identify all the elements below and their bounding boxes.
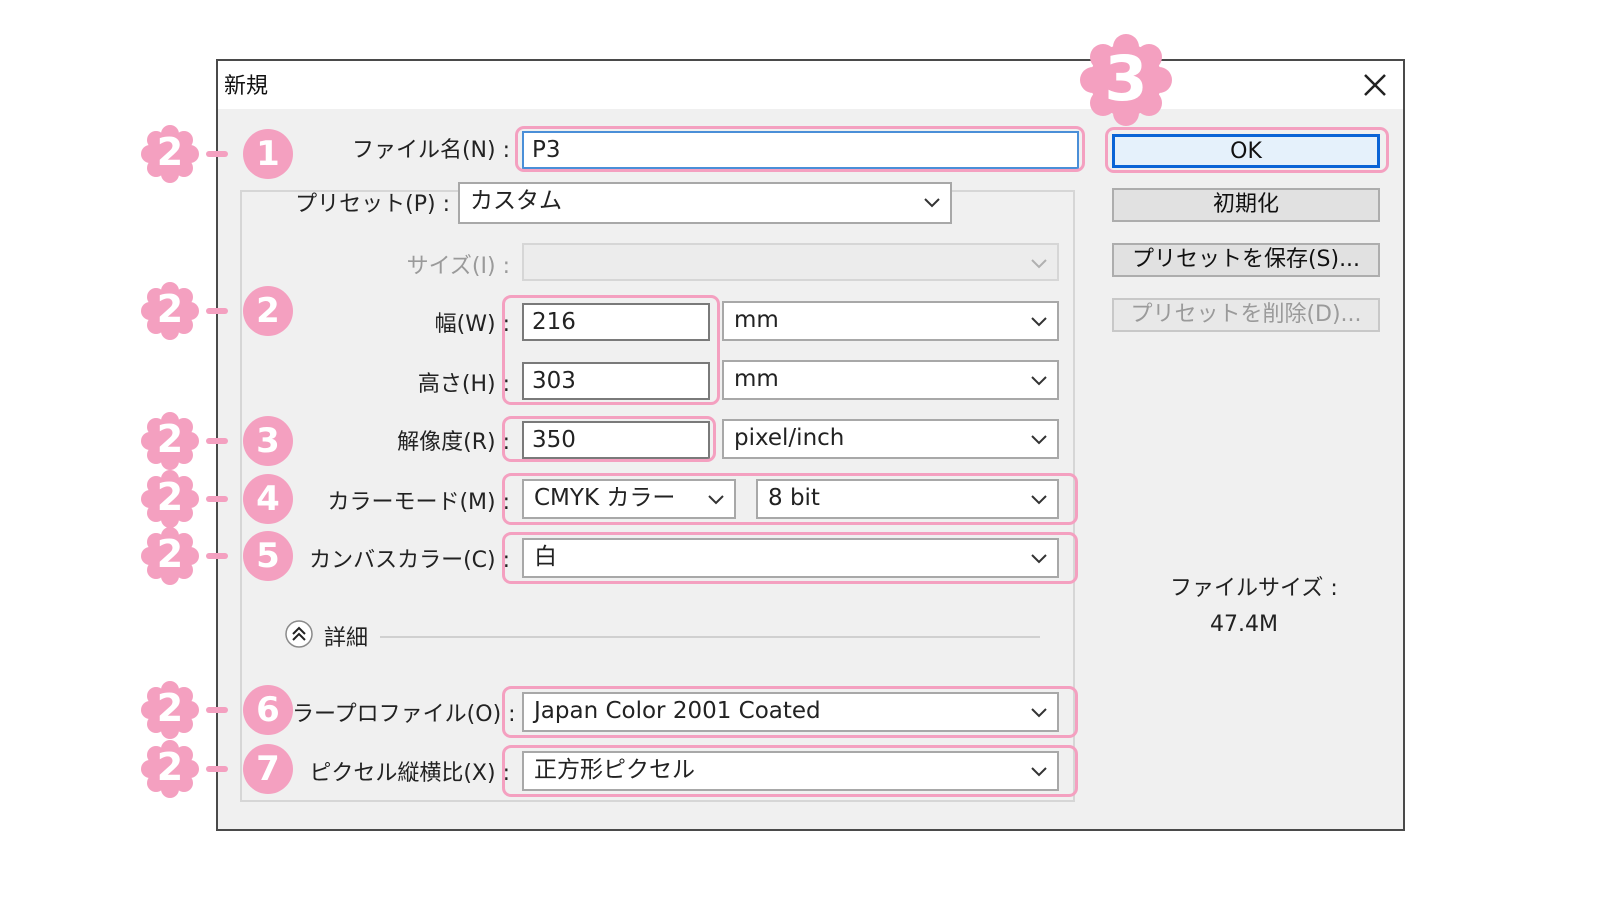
color-mode-label: カラーモード(M) :: [327, 490, 510, 515]
annotation-dash: [206, 151, 228, 157]
resolution-unit-value: pixel/inch: [734, 425, 845, 451]
height-unit-value: mm: [734, 366, 779, 392]
color-profile-label: カラープロファイル(O) :: [270, 702, 516, 727]
size-label: サイズ(I) :: [406, 254, 510, 279]
step-2-number: 2: [156, 532, 184, 576]
annotation-dash: [206, 438, 228, 444]
width-label: 幅(W) :: [434, 312, 510, 337]
filesize-label: ファイルサイズ :: [1170, 576, 1338, 601]
sub-step-2-badge: 2: [243, 286, 293, 336]
resolution-label: 解像度(R) :: [397, 430, 510, 455]
annotation-dash: [206, 766, 228, 772]
step-2-number: 2: [156, 130, 184, 174]
width-unit-select[interactable]: mm: [722, 301, 1059, 341]
collapse-details-icon[interactable]: [284, 619, 314, 649]
step-2-number: 2: [156, 417, 184, 461]
preset-value: カスタム: [470, 188, 562, 214]
save-preset-button[interactable]: プリセットを保存(S)...: [1112, 243, 1380, 277]
delete-preset-button: プリセットを削除(D)...: [1112, 298, 1380, 332]
height-unit-select[interactable]: mm: [722, 360, 1059, 400]
filesize-value: 47.4M: [1210, 612, 1278, 637]
step-badge-ok-number: 3: [1104, 42, 1148, 115]
annotation-dash: [206, 496, 228, 502]
width-unit-value: mm: [734, 307, 779, 333]
chevron-down-icon: [1029, 311, 1049, 331]
color-mode-highlight: [502, 473, 1078, 525]
filename-label: ファイル名(N) :: [351, 138, 510, 163]
sub-step-4-badge: 4: [243, 474, 293, 524]
size-fields-highlight: [502, 295, 720, 405]
close-icon[interactable]: [1358, 68, 1392, 102]
preset-select[interactable]: カスタム: [458, 182, 952, 224]
step-2-number: 2: [156, 686, 184, 730]
pixel-aspect-label: ピクセル縦横比(X) :: [309, 761, 510, 786]
details-label: 詳細: [324, 626, 369, 651]
resolution-unit-select[interactable]: pixel/inch: [722, 419, 1059, 459]
resolution-highlight: [502, 416, 716, 462]
size-select: [522, 243, 1059, 281]
ok-highlight: [1105, 127, 1389, 173]
chevron-down-icon: [922, 192, 942, 212]
reset-button[interactable]: 初期化: [1112, 188, 1380, 222]
sub-step-6-badge: 6: [243, 685, 293, 735]
details-divider: [380, 636, 1040, 638]
title-bar: [218, 61, 1403, 109]
color-profile-highlight: [502, 686, 1078, 738]
chevron-down-icon: [1029, 253, 1049, 273]
filename-highlight: [515, 126, 1085, 172]
sub-step-7-badge: 7: [243, 744, 293, 794]
dialog-title: 新規: [224, 74, 269, 99]
canvas-color-highlight: [502, 532, 1078, 584]
annotation-dash: [206, 553, 228, 559]
chevron-down-icon: [1029, 429, 1049, 449]
pixel-aspect-highlight: [502, 745, 1078, 797]
annotation-dash: [206, 707, 228, 713]
sub-step-5-badge: 5: [243, 531, 293, 581]
step-2-number: 2: [156, 475, 184, 519]
annotation-dash: [206, 308, 228, 314]
chevron-down-icon: [1029, 370, 1049, 390]
step-2-number: 2: [156, 745, 184, 789]
step-2-number: 2: [156, 287, 184, 331]
preset-label: プリセット(P) :: [295, 192, 450, 217]
sub-step-1-badge: 1: [243, 129, 293, 179]
height-label: 高さ(H) :: [417, 372, 510, 397]
sub-step-3-badge: 3: [243, 416, 293, 466]
canvas-color-label: カンバスカラー(C) :: [309, 548, 510, 573]
